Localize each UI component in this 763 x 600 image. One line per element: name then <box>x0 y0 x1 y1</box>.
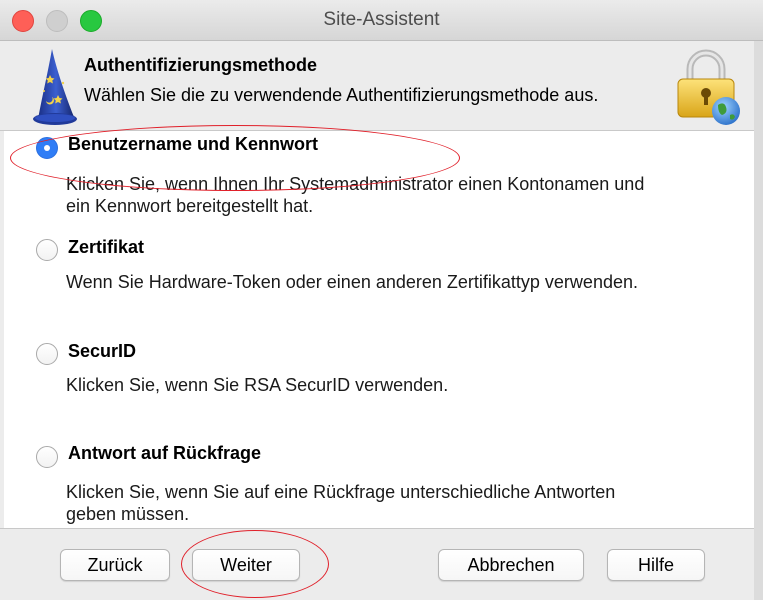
header-subtitle: Wählen Sie die zu verwendende Authentifi… <box>84 85 599 105</box>
option-label: SecurID <box>68 341 137 361</box>
radio-securid[interactable] <box>36 343 58 365</box>
window-edge <box>754 41 763 600</box>
title-bar: Site-Assistent <box>0 0 763 41</box>
option-description: Klicken Sie, wenn Sie RSA SecurID verwen… <box>66 375 449 395</box>
wizard-header: Authentifizierungsmethode Wählen Sie die… <box>0 41 763 131</box>
radio-username-password[interactable] <box>36 137 58 159</box>
window-title: Site-Assistent <box>323 9 440 30</box>
option-description: Wenn Sie Hardware-Token oder einen ander… <box>66 272 638 292</box>
help-button[interactable]: Hilfe <box>607 549 705 581</box>
cancel-button[interactable]: Abbrechen <box>438 549 584 581</box>
option-label: Antwort auf Rückfrage <box>68 443 262 463</box>
next-button[interactable]: Weiter <box>192 549 300 581</box>
back-button[interactable]: Zurück <box>60 549 170 581</box>
option-description: Klicken Sie, wenn Ihnen Ihr Systemadmini… <box>66 174 645 216</box>
wizard-hat-icon <box>33 49 77 125</box>
option-label: Zertifikat <box>68 237 145 257</box>
radio-challenge-response[interactable] <box>36 446 58 468</box>
radio-certificate[interactable] <box>36 239 58 261</box>
site-assistant-window: Site-Assistent Authentifizierungsmethode… <box>0 0 763 600</box>
option-description: Klicken Sie, wenn Sie auf eine Rückfrage… <box>66 482 616 524</box>
lock-globe-icon <box>677 49 740 125</box>
auth-options-panel: Benutzername und Kennwort Klicken Sie, w… <box>4 131 754 528</box>
header-title: Authentifizierungsmethode <box>84 55 317 75</box>
option-label: Benutzername und Kennwort <box>68 134 319 154</box>
wizard-footer: Zurück Weiter Abbrechen Hilfe <box>0 528 763 600</box>
